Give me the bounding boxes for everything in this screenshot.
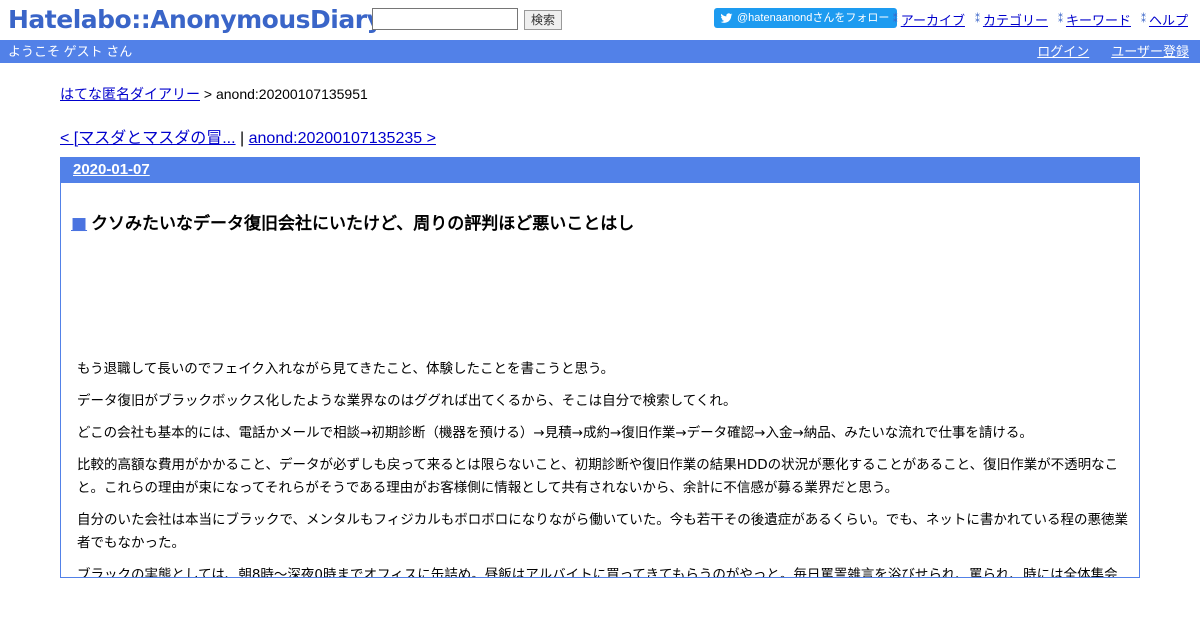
- breadcrumb: はてな匿名ダイアリー > anond:20200107135951: [60, 84, 1140, 104]
- pager-separator: |: [235, 130, 249, 147]
- next-entry-link[interactable]: anond:20200107135235 >: [249, 130, 436, 147]
- day-section: 2020-01-07 ■ クソみたいなデータ復旧会社にいたけど、周りの評判ほど悪い…: [60, 157, 1140, 578]
- entry-paragraph: 比較的高額な費用がかかること、データが必ずしも戻って来るとは限らないこと、初期診…: [77, 457, 1119, 496]
- day-header: 2020-01-07: [61, 157, 1139, 183]
- entry-body: もう退職して長いのでフェイク入れながら見てきたこと、体験したことを書こうと思う。…: [77, 358, 1131, 578]
- entry-pager: < [マスダとマスダの冒... | anond:20200107135235 >: [60, 124, 1140, 148]
- top-nav: ⁑ アーカイブ ⁑ カテゴリー ⁑ キーワード ⁑ ヘルプ: [893, 10, 1188, 29]
- nav-category-link[interactable]: カテゴリー: [983, 10, 1048, 29]
- chevron-right-icon: ⁑: [1140, 14, 1146, 25]
- site-logo[interactable]: Hatelabo::AnonymousDiary: [8, 4, 383, 36]
- prev-entry-link[interactable]: < [マスダとマスダの冒...: [60, 130, 236, 147]
- entry-title: ■ クソみたいなデータ復旧会社にいたけど、周りの評判ほど悪いことはし: [71, 209, 1139, 234]
- nav-keyword[interactable]: ⁑ キーワード: [1058, 10, 1131, 29]
- account-links: ログイン ユーザー登録: [1037, 40, 1189, 63]
- header: Hatelabo::AnonymousDiary 検索 @hatenaanond…: [0, 0, 1200, 40]
- welcome-greeting: ようこそ ゲスト さん: [8, 44, 133, 59]
- nav-help-link[interactable]: ヘルプ: [1149, 10, 1188, 29]
- search-button[interactable]: 検索: [524, 10, 563, 30]
- chevron-right-icon: ⁑: [974, 14, 980, 25]
- nav-archive-link[interactable]: アーカイブ: [901, 10, 965, 29]
- entry-paragraph: どこの会社も基本的には、電話かメールで相談→初期診断（機器を預ける）→見積→成約…: [77, 425, 1033, 441]
- breadcrumb-separator: >: [200, 86, 216, 102]
- twitter-follow-button[interactable]: @hatenaanondさんをフォロー: [714, 8, 898, 28]
- entry-paragraph: もう退職して長いのでフェイク入れながら見てきたこと、体験したことを書こうと思う。: [77, 361, 615, 377]
- login-link[interactable]: ログイン: [1037, 40, 1089, 63]
- chevron-right-icon: ⁑: [892, 14, 898, 25]
- twitter-follow-label: @hatenaanondさんをフォロー: [737, 12, 890, 24]
- main-content: はてな匿名ダイアリー > anond:20200107135951 < [マスダ…: [60, 63, 1140, 578]
- day-date-link[interactable]: 2020-01-07: [73, 161, 150, 178]
- breadcrumb-root-link[interactable]: はてな匿名ダイアリー: [60, 86, 200, 102]
- breadcrumb-current: anond:20200107135951: [215, 86, 368, 102]
- nav-category[interactable]: ⁑ カテゴリー: [975, 10, 1048, 29]
- nav-archive[interactable]: ⁑ アーカイブ: [893, 10, 965, 29]
- chevron-right-icon: ⁑: [1057, 14, 1063, 25]
- entry-permalink-icon[interactable]: ■: [71, 214, 87, 234]
- search-input[interactable]: [372, 8, 518, 30]
- entry-paragraph: 自分のいた会社は本当にブラックで、メンタルもフィジカルもボロボロになりながら働い…: [77, 512, 1128, 551]
- welcome-bar: ようこそ ゲスト さん ログイン ユーザー登録: [0, 40, 1200, 63]
- register-link[interactable]: ユーザー登録: [1111, 40, 1189, 63]
- entry-title-text: クソみたいなデータ復旧会社にいたけど、周りの評判ほど悪いことはし: [91, 214, 635, 234]
- entry-paragraph: データ復旧がブラックボックス化したような業界なのはググれば出てくるから、そこは自…: [77, 393, 737, 409]
- twitter-bird-icon: [720, 12, 733, 23]
- nav-keyword-link[interactable]: キーワード: [1066, 10, 1131, 29]
- nav-help[interactable]: ⁑ ヘルプ: [1141, 10, 1188, 29]
- entry-paragraph: ブラックの実態としては、朝8時～深夜0時までオフィスに缶詰め。昼飯はアルバイトに…: [77, 567, 1118, 578]
